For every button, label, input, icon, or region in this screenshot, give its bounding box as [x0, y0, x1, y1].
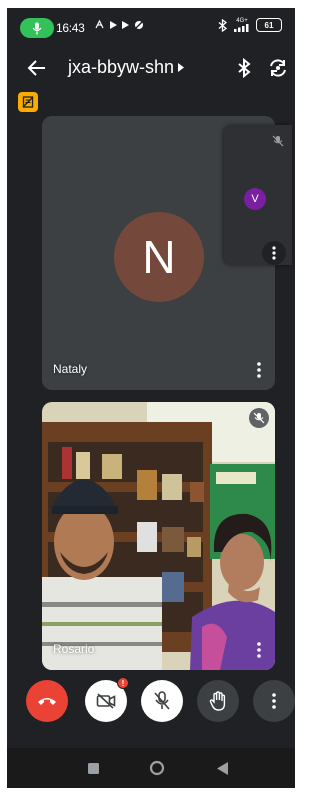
- self-view-options-button[interactable]: [262, 241, 286, 265]
- more-options-button[interactable]: [253, 680, 295, 722]
- participant-name: Rosario: [53, 642, 95, 656]
- mute-indicator: [249, 408, 269, 428]
- end-call-icon: [38, 698, 56, 705]
- recording-badge[interactable]: [18, 92, 38, 112]
- more-vert-icon: [272, 693, 276, 709]
- back-button[interactable]: [25, 56, 49, 80]
- participant-name: Nataly: [53, 362, 88, 376]
- mic-toggle-button[interactable]: [141, 680, 183, 722]
- mic-off-icon: [154, 691, 170, 710]
- mic-off-icon: [253, 412, 265, 424]
- participant-options-button[interactable]: [251, 360, 267, 380]
- meet-screen: 16:43 4G+ 61 jxa-bbyw-shn N Nataly V Ros…: [7, 8, 295, 788]
- back-nav-button[interactable]: [212, 758, 232, 778]
- mute-indicator: [270, 133, 286, 149]
- camera-off-icon: [96, 693, 116, 709]
- bluetooth-icon: [218, 18, 228, 32]
- back-icon: [216, 761, 228, 775]
- play-icon: [110, 20, 117, 29]
- home-button[interactable]: [147, 758, 167, 778]
- call-controls: !: [7, 677, 295, 736]
- meeting-header: jxa-bbyw-shn: [7, 48, 295, 88]
- avatar-initial: V: [251, 193, 259, 205]
- signal-icon: [234, 24, 249, 32]
- camera-alert-badge: !: [117, 677, 129, 689]
- more-vert-icon: [257, 362, 261, 378]
- switch-camera-button[interactable]: [266, 56, 290, 80]
- recents-button[interactable]: [83, 758, 103, 778]
- meeting-code-button[interactable]: jxa-bbyw-shn: [68, 57, 185, 78]
- hand-icon: [209, 691, 226, 711]
- signal-indicator: 4G+: [234, 18, 250, 32]
- self-view-tile[interactable]: V: [224, 125, 292, 265]
- switch-camera-icon: [270, 59, 286, 77]
- battery-icon: 61: [256, 18, 282, 32]
- mic-off-icon: [272, 135, 284, 147]
- bluetooth-icon: [238, 57, 251, 79]
- status-notification-icons: [94, 19, 144, 30]
- play-icon: [122, 20, 129, 29]
- participant-video: [42, 402, 275, 670]
- status-bar: 16:43 4G+ 61: [7, 8, 295, 48]
- blocked-icon: [135, 20, 143, 29]
- mic-active-indicator[interactable]: [20, 18, 54, 38]
- battery-level: 61: [264, 20, 274, 30]
- camera-toggle-button[interactable]: !: [85, 677, 129, 722]
- mic-icon: [32, 22, 42, 34]
- system-nav-bar: [7, 748, 295, 788]
- back-arrow-icon: [27, 60, 45, 76]
- status-time: 16:43: [56, 21, 85, 35]
- chevron-right-icon: [178, 63, 185, 72]
- avatar: N: [114, 212, 204, 302]
- hotspot-icon: [95, 19, 104, 29]
- more-vert-icon: [257, 642, 261, 658]
- participant-options-button[interactable]: [251, 640, 267, 660]
- recents-icon: [87, 762, 99, 774]
- status-system-icons: 4G+ 61: [218, 18, 282, 32]
- self-avatar: V: [244, 188, 266, 210]
- participant-tile-rosario[interactable]: Rosario: [42, 402, 275, 670]
- meeting-code: jxa-bbyw-shn: [68, 57, 175, 77]
- raise-hand-button[interactable]: [197, 680, 239, 722]
- document-icon: [22, 96, 34, 108]
- audio-output-button[interactable]: [232, 56, 256, 80]
- more-vert-icon: [272, 246, 276, 260]
- end-call-button[interactable]: [26, 680, 68, 722]
- avatar-initial: N: [142, 231, 176, 283]
- home-icon: [149, 760, 165, 776]
